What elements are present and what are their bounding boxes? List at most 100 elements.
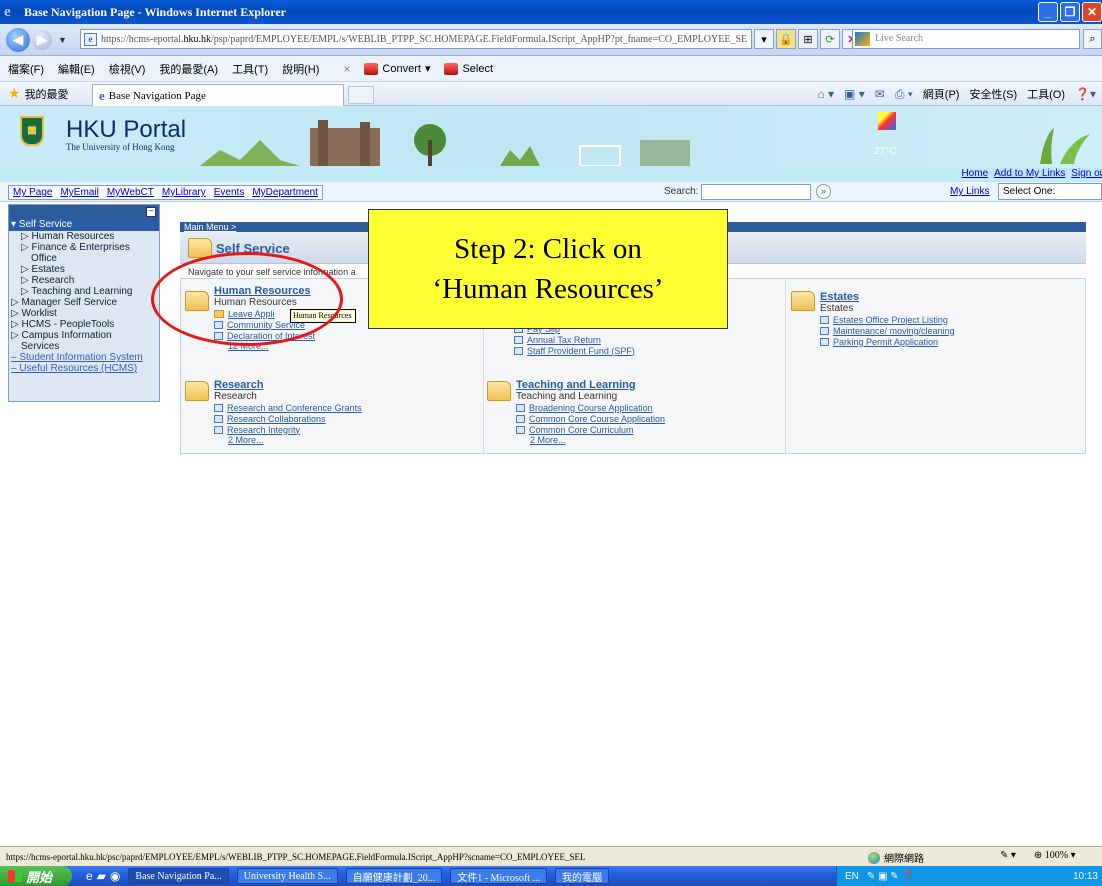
document-icon: [214, 403, 223, 412]
research-subtitle: Research: [214, 391, 257, 402]
portal-search-button[interactable]: »: [816, 184, 831, 199]
menu-human-resources[interactable]: ▷ Human Resources: [9, 231, 159, 242]
system-tray: EN ✎ ▣ ✎ ❓ 10:13: [836, 866, 1102, 886]
menu-campus-information[interactable]: ▷ Campus Information: [9, 330, 159, 341]
nav-my-webct[interactable]: MyWebCT: [107, 187, 154, 198]
my-links-link[interactable]: My Links: [950, 186, 989, 197]
task-base-navigation[interactable]: Base Navigation Pa...: [128, 868, 229, 884]
quicklaunch-media-icon[interactable]: ◉: [110, 869, 120, 883]
mail-icon[interactable]: ✉: [875, 87, 885, 101]
estates-parking-link[interactable]: Parking Permit Application: [820, 336, 1080, 347]
nav-my-page[interactable]: My Page: [13, 187, 52, 198]
cmd-tools[interactable]: 工具(O): [1027, 86, 1065, 102]
portal-search-input[interactable]: [701, 184, 811, 200]
research-integrity-link[interactable]: Research Integrity: [214, 424, 474, 435]
menu-help[interactable]: 說明(H): [282, 61, 319, 77]
menu-finance-enterprises[interactable]: ▷ Finance & Enterprises: [9, 242, 159, 253]
menu-estates[interactable]: ▷ Estates: [9, 264, 159, 275]
tab-base-navigation[interactable]: e Base Navigation Page: [92, 84, 344, 106]
zoom-control[interactable]: ⊕ 100% ▾: [1034, 850, 1076, 861]
compat-icon[interactable]: ⊞: [798, 29, 818, 49]
forward-button[interactable]: ▶: [32, 29, 52, 50]
address-dropdown-icon[interactable]: ▾: [754, 29, 774, 49]
maximize-button[interactable]: ❐: [1060, 2, 1080, 22]
document-icon: [820, 315, 829, 324]
task-health-plan[interactable]: 自願健康計劃_20...: [345, 868, 443, 884]
menu-favorites[interactable]: 我的最愛(A): [159, 61, 218, 77]
task-university-health[interactable]: University Health S...: [236, 868, 338, 884]
nav-my-email[interactable]: MyEmail: [60, 187, 98, 198]
research-grants-link[interactable]: Research and Conference Grants: [214, 402, 474, 413]
history-dropdown-icon[interactable]: ▼: [58, 35, 67, 45]
zoom-level: 100%: [1044, 850, 1069, 861]
toolbar-close-icon[interactable]: ×: [343, 62, 350, 76]
collapse-menu-icon[interactable]: –: [146, 207, 156, 217]
research-title-link[interactable]: Research: [214, 379, 474, 391]
tray-tools-icon[interactable]: ✎ ▣ ✎ ❓: [867, 871, 914, 882]
teaching-title-link[interactable]: Teaching and Learning: [516, 379, 778, 391]
menu-useful-resources[interactable]: – Useful Resources (HCMS): [9, 363, 159, 374]
print-icon[interactable]: ⎙ ▾: [895, 87, 913, 102]
menu-finance-enterprises-office[interactable]: Office: [9, 253, 159, 264]
address-input[interactable]: e https://hcms-eportal. hku.hk/psp/paprd/…: [80, 29, 752, 49]
add-to-my-links-link[interactable]: Add to My Links: [994, 168, 1065, 179]
home-link[interactable]: Home: [961, 168, 988, 179]
breadcrumb-main-menu[interactable]: Main Menu >: [184, 222, 236, 232]
protected-mode-icon[interactable]: ✎ ▾: [1000, 850, 1016, 861]
my-links-select[interactable]: Select One:: [998, 183, 1102, 200]
menu-file[interactable]: 檔案(F): [8, 61, 44, 77]
top-links: Home Add to My Links Sign out: [961, 168, 1102, 179]
teaching-broadening-link[interactable]: Broadening Course Application: [516, 402, 778, 413]
menu-view[interactable]: 檢視(V): [109, 61, 146, 77]
menu-teaching-learning[interactable]: ▷ Teaching and Learning: [9, 286, 159, 297]
menu-campus-services[interactable]: Services: [9, 341, 159, 352]
research-collab-link[interactable]: Research Collaborations: [214, 413, 474, 424]
nav-events[interactable]: Events: [214, 187, 245, 198]
sign-out-link[interactable]: Sign out: [1071, 168, 1102, 179]
task-word-document[interactable]: 文件1 - Microsoft ...: [450, 868, 547, 884]
page-icon: e: [84, 33, 97, 46]
research-more-link[interactable]: 2 More...: [214, 435, 474, 445]
spf-link[interactable]: Staff Provident Fund (SPF): [514, 345, 774, 356]
language-indicator[interactable]: EN: [845, 871, 859, 882]
instruction-callout: Step 2: Click on ‘Human Resources’: [368, 209, 728, 329]
menu-research[interactable]: ▷ Research: [9, 275, 159, 286]
convert-button[interactable]: Convert ▾: [364, 62, 430, 75]
menu-worklist[interactable]: ▷ Worklist: [9, 308, 159, 319]
nav-my-department[interactable]: MyDepartment: [252, 187, 318, 198]
menu-hcms-peopletools[interactable]: ▷ HCMS - PeopleTools: [9, 319, 159, 330]
menu-self-service[interactable]: ▾ Self Service: [9, 219, 159, 231]
menu-edit[interactable]: 編輯(E): [58, 61, 95, 77]
menu-tools[interactable]: 工具(T): [232, 61, 268, 77]
quicklaunch-ie-icon[interactable]: e: [86, 869, 93, 883]
nav-my-library[interactable]: MyLibrary: [162, 187, 206, 198]
estates-project-link[interactable]: Estates Office Project Listing: [820, 314, 1080, 325]
search-go-icon[interactable]: ⌕: [1083, 29, 1102, 49]
menu-manager-self-service[interactable]: ▷ Manager Self Service: [9, 297, 159, 308]
close-button[interactable]: ✕: [1082, 2, 1102, 22]
annual-tax-link[interactable]: Annual Tax Return: [514, 334, 774, 345]
cmd-page[interactable]: 網頁(P): [923, 86, 960, 102]
help-icon[interactable]: ❓▾: [1075, 87, 1096, 101]
back-button[interactable]: ◀: [6, 27, 30, 52]
quicklaunch-folder-icon[interactable]: ▰: [97, 869, 106, 883]
minimize-button[interactable]: _: [1038, 2, 1058, 22]
new-tab-button[interactable]: [348, 86, 374, 104]
teaching-more-link[interactable]: 2 More...: [516, 435, 778, 445]
teaching-cc-application-link[interactable]: Common Core Course Application: [516, 413, 778, 424]
live-search-input[interactable]: Live Search: [852, 29, 1080, 49]
cmd-safety[interactable]: 安全性(S): [969, 86, 1017, 102]
refresh-icon[interactable]: ⟳: [820, 29, 840, 49]
lock-icon[interactable]: 🔒: [776, 29, 796, 49]
feeds-icon[interactable]: ▣ ▾: [844, 87, 865, 101]
select-button[interactable]: Select: [444, 62, 493, 75]
estates-maintenance-link[interactable]: Maintenance/ moving/cleaning: [820, 325, 1080, 336]
home-icon[interactable]: ⌂ ▾: [817, 87, 834, 101]
estates-title-link[interactable]: Estates: [820, 291, 1080, 303]
teaching-cc-curriculum-link[interactable]: Common Core Curriculum: [516, 424, 778, 435]
task-my-computer[interactable]: 我的電腦: [555, 868, 609, 884]
favorites-label[interactable]: 我的最愛: [25, 86, 69, 102]
favorites-star-icon[interactable]: ★: [8, 85, 21, 102]
start-button[interactable]: 開始: [0, 866, 72, 886]
menu-student-info-system[interactable]: – Student Information System: [9, 352, 159, 363]
